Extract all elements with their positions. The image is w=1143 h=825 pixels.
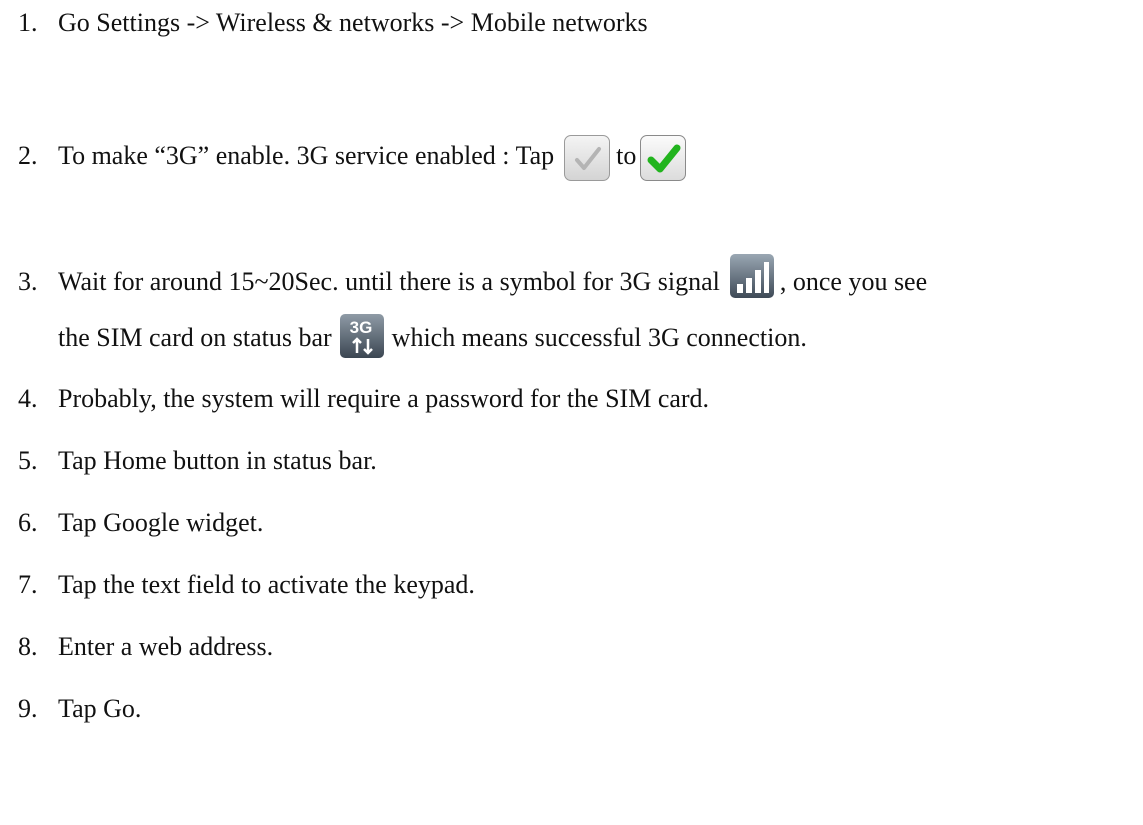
checkbox-checked-icon	[640, 135, 687, 181]
3g-status-icon: 3G	[339, 314, 384, 358]
step-number: 4.	[18, 384, 38, 413]
step-3: 3. Wait for around 15~20Sec. until there …	[18, 254, 928, 306]
step-text: To make “3G” enable. 3G service enabled …	[58, 140, 555, 170]
step-text: Tap Google widget.	[58, 508, 264, 537]
step-4: 4. Probably, the system will require a pa…	[18, 384, 709, 414]
step-8: 8. Enter a web address.	[18, 632, 273, 662]
step-3-continued: the SIM card on status bar 3G which means …	[58, 314, 807, 362]
step-7: 7. Tap the text field to activate the key…	[18, 570, 475, 600]
step-text: Tap the text field to activate the keypa…	[58, 570, 475, 599]
step-number: 2.	[18, 140, 38, 170]
step-text: Wait for around 15~20Sec. until there is…	[58, 266, 720, 296]
step-text: Tap Home button in status bar.	[58, 446, 377, 475]
step-number: 7.	[18, 570, 38, 599]
step-text: , once you see	[779, 266, 928, 296]
step-number: 3.	[18, 266, 38, 296]
3g-icon-label: 3G	[349, 318, 372, 337]
step-1: 1. Go Settings -> Wireless & networks -> …	[18, 8, 648, 38]
step-text: which means successful 3G connection.	[391, 322, 807, 352]
step-text: Tap Go.	[58, 694, 142, 723]
step-9: 9. Tap Go.	[18, 694, 141, 724]
step-number: 5.	[18, 446, 38, 475]
step-text: Enter a web address.	[58, 632, 274, 661]
step-text: Probably, the system will require a pass…	[58, 384, 710, 413]
step-2: 2. To make “3G” enable. 3G service enable…	[18, 135, 687, 181]
step-6: 6. Tap Google widget.	[18, 508, 263, 538]
step-text: the SIM card on status bar	[58, 322, 332, 352]
checkbox-unchecked-icon	[564, 135, 611, 181]
step-number: 6.	[18, 508, 38, 537]
step-text-to: to	[616, 140, 637, 170]
step-number: 1.	[18, 8, 38, 37]
signal-bars-icon	[729, 254, 774, 298]
step-number: 8.	[18, 632, 38, 661]
step-text: Go Settings -> Wireless & networks -> Mo…	[58, 8, 648, 37]
step-5: 5. Tap Home button in status bar.	[18, 446, 377, 476]
step-number: 9.	[18, 694, 38, 723]
